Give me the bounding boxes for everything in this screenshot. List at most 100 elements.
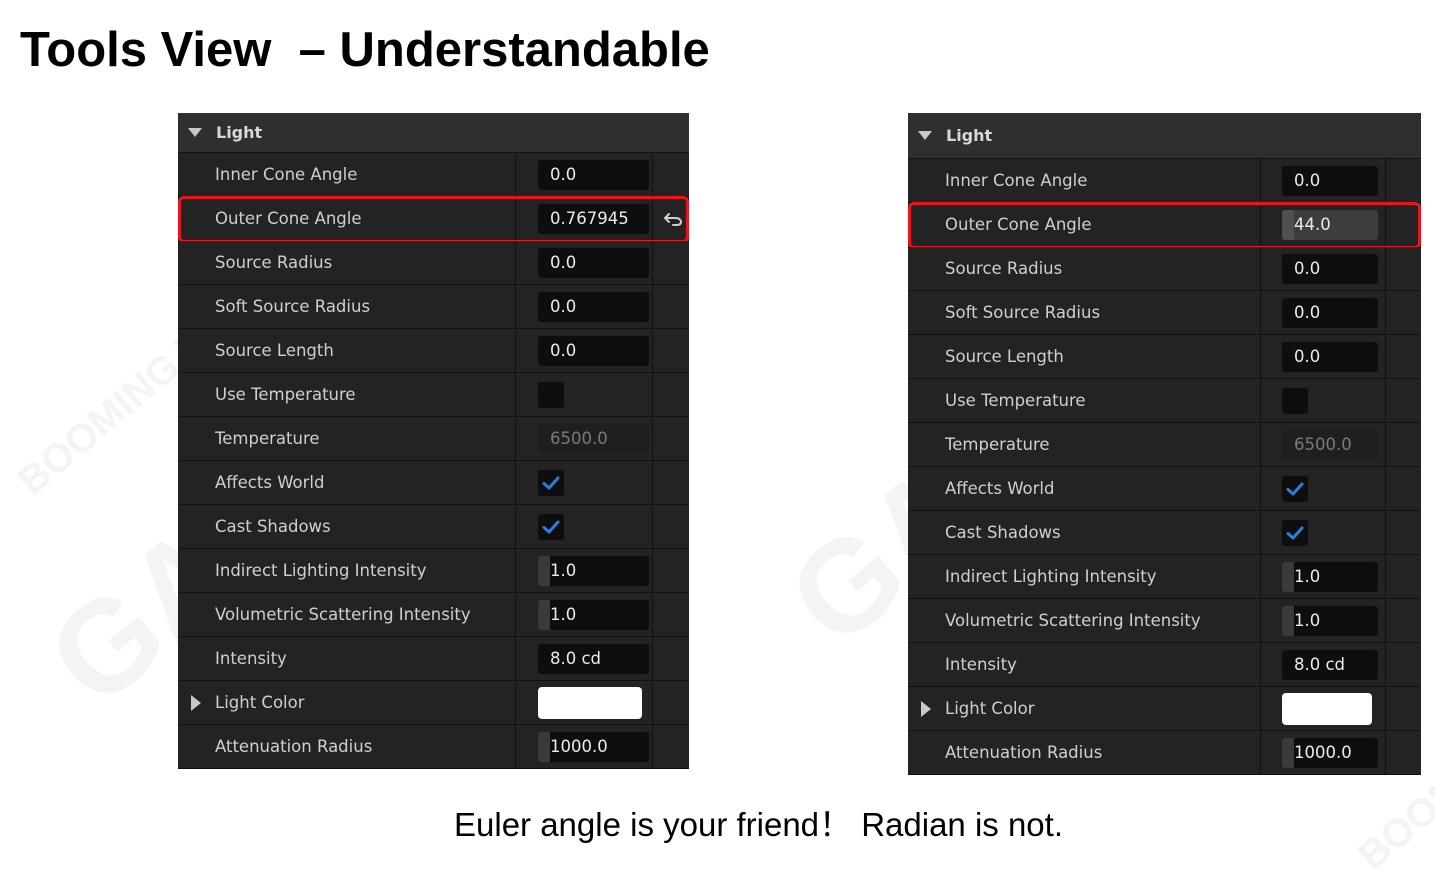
outer-cone-angle-input[interactable]: 0.767945 xyxy=(538,203,649,234)
property-label: Use Temperature xyxy=(908,379,1261,422)
section-title: Light xyxy=(946,126,993,145)
property-label: Use Temperature xyxy=(178,373,516,416)
property-value-cell xyxy=(1261,687,1385,730)
slide-title: Tools View – Understandable xyxy=(20,23,710,77)
source-radius-input[interactable]: 0.0 xyxy=(1282,253,1378,284)
property-label-text: Attenuation Radius xyxy=(945,743,1103,762)
property-reset-cell xyxy=(652,593,689,636)
property-reset-cell xyxy=(652,329,689,372)
field-value: 0.767945 xyxy=(550,208,629,228)
attenuation-radius-spinbox[interactable]: 1000.0 xyxy=(1282,737,1378,768)
light-color-swatch[interactable] xyxy=(538,686,642,719)
property-row-use-temperature: Use Temperature xyxy=(178,373,689,417)
spinbox-drag-handle[interactable] xyxy=(1282,209,1294,240)
affects-world-checkbox[interactable] xyxy=(1282,475,1308,502)
intensity-input[interactable]: 8.0 cd xyxy=(1282,649,1378,680)
property-label-text: Soft Source Radius xyxy=(215,297,371,316)
indirect-lighting-intensity-spinbox[interactable]: 1.0 xyxy=(538,555,649,586)
field-value: 1000.0 xyxy=(1294,742,1352,762)
property-value-cell: 44.0 xyxy=(1261,203,1385,246)
property-reset-cell xyxy=(652,417,689,460)
property-row-source-length: Source Length 0.0 xyxy=(908,335,1421,379)
affects-world-checkbox[interactable] xyxy=(538,469,564,496)
property-reset-cell xyxy=(1385,291,1421,334)
property-reset-cell xyxy=(1385,335,1421,378)
cast-shadows-checkbox[interactable] xyxy=(538,513,564,540)
property-label-text: Attenuation Radius xyxy=(215,737,373,756)
spinbox-drag-handle[interactable] xyxy=(538,555,550,586)
source-length-input[interactable]: 0.0 xyxy=(1282,341,1378,372)
property-label-text: Affects World xyxy=(945,479,1055,498)
soft-source-radius-input[interactable]: 0.0 xyxy=(538,291,649,322)
volumetric-scattering-intensity-spinbox[interactable]: 1.0 xyxy=(538,599,649,630)
use-temperature-checkbox[interactable] xyxy=(538,381,564,408)
reset-to-default-icon[interactable] xyxy=(662,210,684,228)
property-value-cell: 1.0 xyxy=(1261,599,1385,642)
property-label-text: Indirect Lighting Intensity xyxy=(945,567,1157,586)
property-value-cell xyxy=(1261,467,1385,510)
property-label-text: Source Radius xyxy=(215,253,333,272)
soft-source-radius-input[interactable]: 0.0 xyxy=(1282,297,1378,328)
property-reset-cell xyxy=(652,681,689,724)
property-label: Intensity xyxy=(908,643,1261,686)
property-reset-cell xyxy=(1385,643,1421,686)
field-value: 1000.0 xyxy=(550,736,608,756)
attenuation-radius-spinbox[interactable]: 1000.0 xyxy=(538,731,649,762)
property-value-cell: 0.767945 xyxy=(516,197,652,240)
property-value-cell: 1000.0 xyxy=(516,725,652,768)
outer-cone-angle-input[interactable]: 44.0 xyxy=(1282,209,1378,240)
field-value: 0.0 xyxy=(550,296,577,316)
section-header-light[interactable]: Light xyxy=(178,113,689,153)
section-title: Light xyxy=(216,123,263,142)
property-reset-cell xyxy=(1385,511,1421,554)
property-row-indirect-lighting-intensity: Indirect Lighting Intensity 1.0 xyxy=(908,555,1421,599)
volumetric-scattering-intensity-spinbox[interactable]: 1.0 xyxy=(1282,605,1378,636)
property-label-text: Cast Shadows xyxy=(945,523,1061,542)
property-row-intensity: Intensity 8.0 cd xyxy=(908,643,1421,687)
collapse-triangle-icon[interactable] xyxy=(918,131,932,140)
property-row-soft-source-radius: Soft Source Radius 0.0 xyxy=(178,285,689,329)
spinbox-drag-handle[interactable] xyxy=(538,599,550,630)
light-color-swatch[interactable] xyxy=(1282,692,1372,725)
property-reset-cell xyxy=(652,505,689,548)
property-row-inner-cone-angle: Inner Cone Angle 0.0 xyxy=(178,153,689,197)
property-value-cell xyxy=(516,505,652,548)
property-reset-cell xyxy=(652,725,689,768)
property-label: Source Length xyxy=(908,335,1261,378)
property-label: Outer Cone Angle xyxy=(908,203,1261,246)
property-label-text: Intensity xyxy=(945,655,1017,674)
field-value: 0.0 xyxy=(1294,302,1321,322)
inner-cone-angle-input[interactable]: 0.0 xyxy=(1282,165,1378,196)
field-value: 44.0 xyxy=(1294,214,1331,234)
spinbox-drag-handle[interactable] xyxy=(538,731,550,762)
property-label: Indirect Lighting Intensity xyxy=(908,555,1261,598)
collapse-triangle-icon[interactable] xyxy=(188,128,202,137)
property-value-cell: 1.0 xyxy=(516,549,652,592)
source-radius-input[interactable]: 0.0 xyxy=(538,247,649,278)
spinbox-drag-handle[interactable] xyxy=(1282,605,1294,636)
property-label: Indirect Lighting Intensity xyxy=(178,549,516,592)
spinbox-drag-handle[interactable] xyxy=(1282,561,1294,592)
property-label-text: Outer Cone Angle xyxy=(945,215,1092,234)
inner-cone-angle-input[interactable]: 0.0 xyxy=(538,159,649,190)
expand-triangle-icon[interactable] xyxy=(191,694,201,711)
property-value-cell: 1000.0 xyxy=(1261,731,1385,774)
property-row-outer-cone-angle: Outer Cone Angle 44.0 xyxy=(908,203,1421,247)
section-header-light[interactable]: Light xyxy=(908,113,1421,159)
indirect-lighting-intensity-spinbox[interactable]: 1.0 xyxy=(1282,561,1378,592)
cast-shadows-checkbox[interactable] xyxy=(1282,519,1308,546)
property-label: Inner Cone Angle xyxy=(908,159,1261,202)
property-reset-cell xyxy=(1385,247,1421,290)
property-value-cell xyxy=(1261,379,1385,422)
field-value: 6500.0 xyxy=(1294,434,1352,454)
field-value: 1.0 xyxy=(1294,566,1321,586)
property-value-cell: 1.0 xyxy=(516,593,652,636)
spinbox-drag-handle[interactable] xyxy=(1282,737,1294,768)
property-label-text: Source Length xyxy=(215,341,334,360)
intensity-input[interactable]: 8.0 cd xyxy=(538,643,649,674)
source-length-input[interactable]: 0.0 xyxy=(538,335,649,366)
field-value: 0.0 xyxy=(550,340,577,360)
use-temperature-checkbox[interactable] xyxy=(1282,387,1308,414)
property-value-cell: 0.0 xyxy=(1261,335,1385,378)
expand-triangle-icon[interactable] xyxy=(921,700,931,717)
